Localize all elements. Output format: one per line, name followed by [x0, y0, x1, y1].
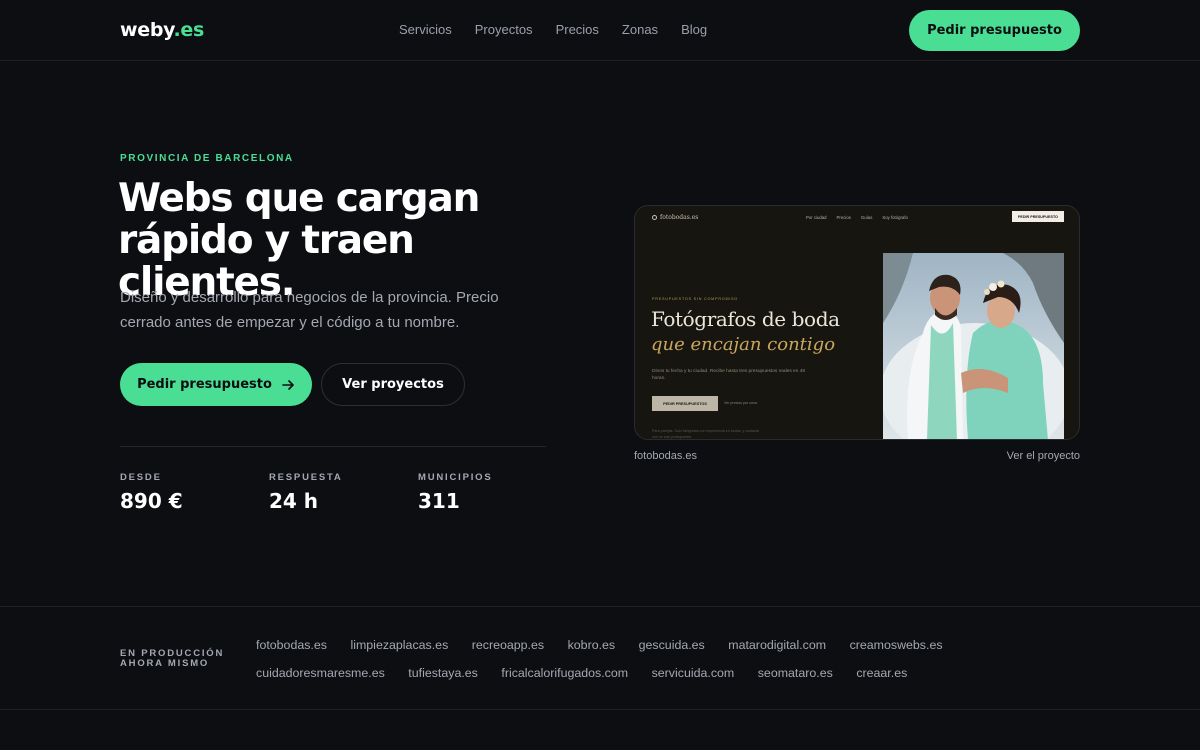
site-link[interactable]: tufiestaya.es — [408, 666, 478, 680]
stat-municipalities: MUNICIPIOS 311 — [418, 472, 567, 513]
stat-value: 311 — [418, 489, 460, 513]
nav-proyectos[interactable]: Proyectos — [475, 22, 533, 37]
site-link[interactable]: cuidadoresmaresme.es — [256, 666, 385, 680]
lead-line-2: cerrado antes de empezar y el código a t… — [120, 314, 460, 331]
stat-price: DESDE 890 € — [120, 472, 269, 513]
hero-eyebrow: PROVINCIA DE BARCELONA — [120, 153, 294, 164]
preview-nav-item: Guías — [860, 215, 873, 220]
nav-zonas[interactable]: Zonas — [622, 22, 658, 37]
logo-name: weby — [120, 19, 174, 41]
logo-tld: .es — [173, 19, 204, 41]
site-link[interactable]: creamoswebs.es — [850, 638, 943, 652]
preview-nav-item: Soy fotógrafo — [882, 215, 908, 220]
view-projects-button[interactable]: Ver proyectos — [321, 363, 465, 406]
lead-line-1: Diseño y desarrollo para negocios de la … — [120, 289, 499, 306]
site-link[interactable]: fotobodas.es — [256, 638, 327, 652]
header-quote-button[interactable]: Pedir presupuesto — [909, 10, 1080, 51]
site-link[interactable]: recreoapp.es — [472, 638, 544, 652]
preview-site-footnote: Para parejas. Solo fotógrafos con experi… — [652, 429, 759, 439]
stat-value: 890 € — [120, 489, 183, 513]
site-link[interactable]: matarodigital.com — [728, 638, 826, 652]
site-link[interactable]: seomataro.es — [758, 666, 833, 680]
preview-site-subtitle: Dinos tu fecha y tu ciudad. Recibe hasta… — [652, 369, 806, 381]
preview-site-button: PEDIR PRESUPUESTOS — [652, 396, 718, 411]
preview-site-cta: PEDIR PRESUPUESTO — [1012, 211, 1064, 222]
stat-label: DESDE — [120, 472, 162, 483]
preview-site-title: Fotógrafos de boda — [651, 307, 840, 331]
preview-site-button-note: Ver precios por zona — [724, 401, 757, 405]
nav-blog[interactable]: Blog — [681, 22, 707, 37]
preview-site-logo-text: fotobodas.es — [660, 214, 699, 221]
quote-button-label: Pedir presupuesto — [137, 377, 272, 392]
strip-divider-bottom — [0, 709, 1200, 710]
hero-lead: Diseño y desarrollo para negocios de la … — [120, 285, 550, 335]
preview-site-logo: fotobodas.es — [652, 214, 698, 221]
site-link[interactable]: creaar.es — [856, 666, 907, 680]
stats: DESDE 890 € RESPUESTA 24 h MUNICIPIOS 31… — [120, 472, 567, 513]
site-link[interactable]: kobro.es — [568, 638, 616, 652]
production-label: EN PRODUCCIÓN AHORA MISMO — [120, 649, 240, 669]
divider — [120, 446, 546, 447]
production-label-line-2: AHORA MISMO — [120, 658, 210, 669]
production-sites-row-2: cuidadoresmaresme.es tufiestaya.es frica… — [256, 666, 907, 680]
stat-label: RESPUESTA — [269, 472, 343, 483]
logo[interactable]: weby.es — [120, 19, 204, 41]
preview-site-title-accent: que encajan contigo — [651, 334, 836, 355]
nav-precios[interactable]: Precios — [556, 22, 599, 37]
preview-site-eyebrow: PRESUPUESTOS SIN COMPROMISO — [652, 297, 739, 301]
site-link[interactable]: fricalcalorifugados.com — [501, 666, 628, 680]
preview-nav-item: Por ciudad — [806, 215, 827, 220]
site-link[interactable]: limpiezaplacas.es — [350, 638, 448, 652]
preview-site-nav: Por ciudad Precios Guías Soy fotógrafo — [806, 215, 908, 220]
preview-nav-item: Precios — [836, 215, 851, 220]
preview-caption: fotobodas.es — [634, 450, 697, 462]
view-project-link[interactable]: Ver el proyecto — [1007, 450, 1080, 462]
production-sites-row-1: fotobodas.es limpiezaplacas.es recreoapp… — [256, 638, 943, 652]
project-preview[interactable]: fotobodas.es Por ciudad Precios Guías So… — [634, 205, 1080, 440]
quote-button[interactable]: Pedir presupuesto — [120, 363, 312, 406]
wedding-couple-photo — [883, 253, 1064, 439]
stat-label: MUNICIPIOS — [418, 472, 493, 483]
site-link[interactable]: servicuida.com — [652, 666, 735, 680]
strip-divider-top — [0, 606, 1200, 607]
site-link[interactable]: gescuida.es — [639, 638, 705, 652]
main-nav: Servicios Proyectos Precios Zonas Blog — [399, 22, 707, 37]
aperture-icon — [652, 215, 657, 220]
arrow-right-icon — [282, 379, 294, 390]
nav-servicios[interactable]: Servicios — [399, 22, 452, 37]
site-header: weby.es Servicios Proyectos Precios Zona… — [0, 0, 1200, 61]
stat-value: 24 h — [269, 489, 319, 513]
headline-line-1: Webs que cargan — [118, 176, 480, 221]
stat-response: RESPUESTA 24 h — [269, 472, 418, 513]
